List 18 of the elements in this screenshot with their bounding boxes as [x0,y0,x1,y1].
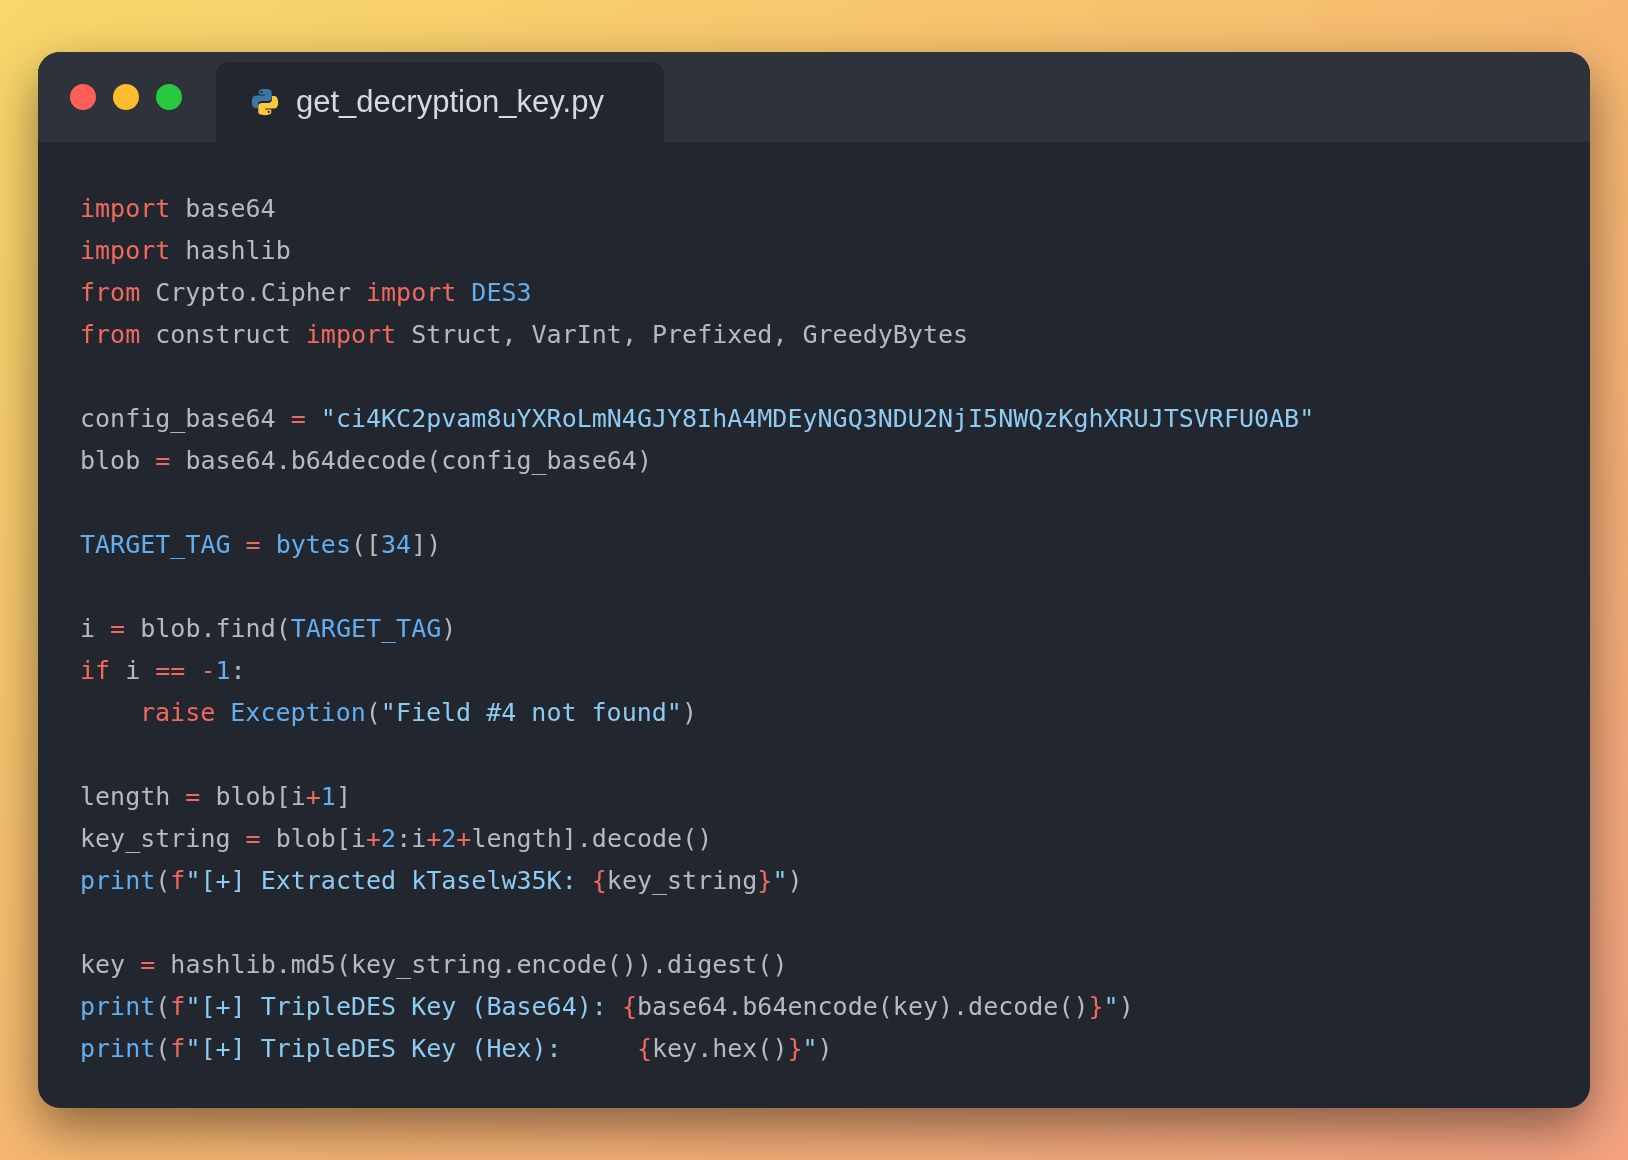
code-line: import base64 [80,193,276,225]
code-line: print(f"[+] TripleDES Key (Base64): {base64.b64encode(key).decode()}") [80,991,1134,1023]
code-line: if i == -1: [80,655,246,687]
code-line: key = hashlib.md5(key_string.encode()).digest() [80,949,788,981]
file-tab[interactable]: get_decryption_key.py [216,62,664,142]
code-line: config_base64 = "ci4KC2pvam8uYXRoLmN4GJY8IhA4MDEyNGQ3NDU2NjI5NWQzKghXRUJTSVRFU0AB" [80,403,1315,435]
code-line: raise Exception("Field #4 not found") [140,697,697,729]
python-logo-icon [250,87,280,117]
code-line: from Crypto.Cipher import DES3 [80,277,532,309]
code-line: from construct import Struct, VarInt, Prefixed, GreedyBytes [80,319,969,351]
code-line: print(f"[+] TripleDES Key (Hex): {key.hex()}") [80,1033,833,1065]
code-line: print(f"[+] Extracted kTaselw35K: {key_string}") [80,865,803,897]
code-line: import hashlib [80,235,291,267]
code-line: i = blob.find(TARGET_TAG) [80,613,457,645]
code-line: blob = base64.b64decode(config_base64) [80,445,652,477]
code-line: length = blob[i+1] [80,781,351,813]
code-line: key_string = blob[i+2:i+2+length].decode() [80,823,713,855]
code-line: TARGET_TAG = bytes([34]) [80,529,442,561]
